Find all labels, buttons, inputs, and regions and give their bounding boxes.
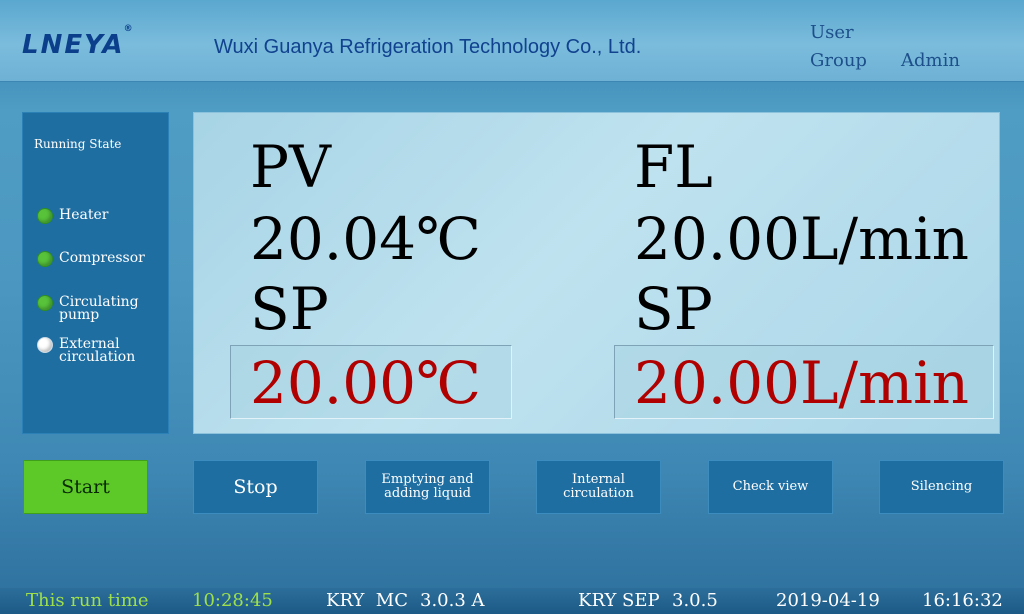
start-button[interactable]: Start (23, 460, 148, 514)
fl-label: FL (634, 133, 713, 201)
status-dot-icon (37, 251, 53, 267)
flow-sp-label: SP (634, 275, 713, 343)
status-bar: This run time 10:28:45 KRY MC 3.0.3 A KR… (0, 588, 1024, 614)
indicator-label: Compressor (59, 250, 145, 266)
header-bar: LNEYA ® Wuxi Guanya Refrigeration Technol… (0, 0, 1024, 82)
sep-version: 3.0.5 (672, 590, 718, 611)
fl-value: 20.00L/min (634, 205, 970, 273)
emptying-adding-liquid-button[interactable]: Emptying and adding liquid (365, 460, 490, 514)
readout-display: PV 20.04℃ SP 20.00℃ FL 20.00L/min SP 20.… (193, 112, 1000, 434)
mc-label: KRY MC (326, 590, 408, 611)
indicator-label: External circulation (59, 336, 136, 365)
user-label: User (810, 22, 854, 43)
status-dot-icon (37, 295, 53, 311)
logo-text: LNEYA (22, 30, 125, 60)
internal-circulation-button[interactable]: Internal circulation (536, 460, 661, 514)
status-dot-icon (37, 337, 53, 353)
company-logo: LNEYA ® (22, 24, 133, 60)
run-time-label: This run time (26, 590, 149, 611)
temp-sp-value[interactable]: 20.00℃ (250, 353, 481, 413)
pv-value: 20.04℃ (250, 205, 481, 273)
indicator-label: Heater (59, 207, 109, 223)
stop-button[interactable]: Stop (193, 460, 318, 514)
registered-mark: ® (123, 24, 135, 34)
check-view-button[interactable]: Check view (708, 460, 833, 514)
sep-label: KRY SEP (578, 590, 660, 611)
indicator-label: Circulating pump (59, 294, 139, 323)
mc-version: 3.0.3 A (420, 590, 485, 611)
company-name: Wuxi Guanya Refrigeration Technology Co.… (214, 36, 642, 58)
running-state-title: Running State (34, 137, 122, 151)
running-state-panel: Running State Heater Compressor Circulat… (22, 112, 169, 434)
silencing-button[interactable]: Silencing (879, 460, 1004, 514)
clock-display: 16:16:32 (922, 590, 1003, 611)
group-label: Group (810, 50, 867, 71)
temp-sp-label: SP (250, 275, 329, 343)
pv-label: PV (250, 133, 331, 201)
flow-sp-value[interactable]: 20.00L/min (634, 353, 969, 413)
group-value: Admin (901, 50, 960, 71)
run-time-value: 10:28:45 (192, 590, 273, 611)
status-dot-icon (37, 208, 53, 224)
date-display: 2019-04-19 (776, 590, 880, 611)
